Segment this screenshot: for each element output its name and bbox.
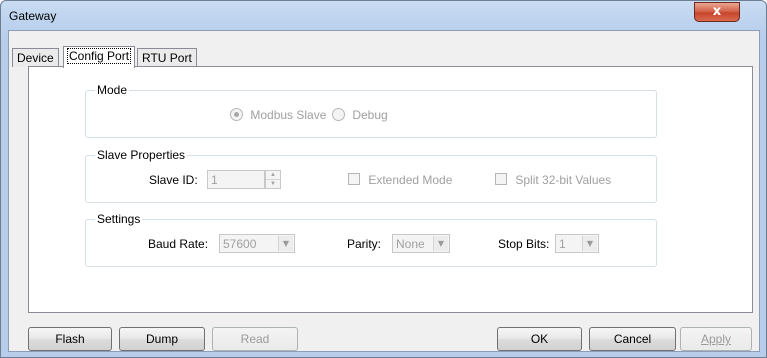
tab-config-port-label: Config Port (66, 48, 132, 64)
radio-selected-icon (230, 108, 243, 121)
read-button[interactable]: Read (212, 327, 298, 351)
tab-config-port[interactable]: Config Port (63, 46, 136, 68)
radio-unselected-icon (332, 108, 345, 121)
spin-down-icon[interactable]: ▼ (266, 180, 280, 188)
stop-bits-label: Stop Bits: (498, 237, 550, 251)
apply-button-label: Apply (700, 332, 732, 346)
slave-properties-group: Slave Properties Slave ID: 1 ▲ ▼ Extende… (85, 148, 657, 203)
dialog-client-area: Device Config Port RTU Port Mode Modbus … (8, 30, 760, 352)
title-bar: Gateway x (1, 1, 766, 29)
mode-group-label: Mode (95, 83, 130, 97)
checkbox-icon (348, 173, 360, 185)
debug-label: Debug (352, 108, 388, 122)
cancel-button-label: Cancel (613, 332, 652, 346)
dropdown-arrow-icon: ▼ (582, 236, 597, 251)
tab-device[interactable]: Device (12, 48, 59, 67)
settings-group-label: Settings (95, 212, 143, 226)
debug-radio[interactable]: Debug (332, 108, 388, 122)
slave-id-label: Slave ID: (149, 173, 198, 187)
dropdown-arrow-icon: ▼ (433, 236, 448, 251)
split-32bit-label: Split 32-bit Values (515, 173, 612, 187)
baud-rate-value: 57600 (223, 237, 257, 251)
dump-button[interactable]: Dump (119, 327, 205, 351)
slave-id-input[interactable]: 1 (207, 170, 265, 189)
flash-button-label: Flash (55, 332, 85, 346)
slave-id-value: 1 (211, 173, 218, 187)
apply-button[interactable]: Apply (680, 327, 752, 351)
stop-bits-select[interactable]: 1 ▼ (555, 234, 599, 253)
slave-id-spinner[interactable]: ▲ ▼ (265, 170, 281, 189)
stop-bits-value: 1 (559, 237, 566, 251)
dropdown-arrow-icon: ▼ (278, 236, 293, 251)
cancel-button[interactable]: Cancel (589, 327, 676, 351)
tab-device-label: Device (17, 51, 54, 65)
modbus-slave-label: Modbus Slave (250, 108, 327, 122)
extended-mode-label: Extended Mode (368, 173, 453, 187)
baud-rate-select[interactable]: 57600 ▼ (219, 234, 295, 253)
mode-group: Mode Modbus Slave Debug (85, 83, 657, 138)
settings-group: Settings Baud Rate: 57600 ▼ Parity: None… (85, 212, 657, 267)
parity-value: None (396, 237, 425, 251)
flash-button[interactable]: Flash (28, 327, 112, 351)
parity-select[interactable]: None ▼ (392, 234, 450, 253)
split-32bit-checkbox[interactable]: Split 32-bit Values (495, 173, 611, 187)
ok-button-label: OK (530, 332, 549, 346)
ok-button[interactable]: OK (497, 327, 582, 351)
parity-label: Parity: (347, 237, 382, 251)
extended-mode-checkbox[interactable]: Extended Mode (348, 173, 452, 187)
tab-rtu-port[interactable]: RTU Port (137, 48, 197, 67)
spin-up-icon[interactable]: ▲ (266, 171, 280, 180)
gateway-window: Gateway x Device Config Port RTU Port Mo… (0, 0, 767, 358)
close-icon: x (712, 4, 722, 19)
slave-properties-group-label: Slave Properties (95, 148, 188, 162)
tab-rtu-port-label: RTU Port (142, 51, 192, 65)
close-button[interactable]: x (694, 2, 740, 22)
window-title: Gateway (9, 9, 57, 23)
read-button-label: Read (240, 332, 270, 346)
baud-rate-label: Baud Rate: (148, 237, 209, 251)
config-port-panel: Mode Modbus Slave Debug Slave Properties… (28, 66, 753, 313)
dump-button-label: Dump (145, 332, 178, 346)
checkbox-icon (495, 173, 507, 185)
modbus-slave-radio[interactable]: Modbus Slave (230, 108, 326, 122)
